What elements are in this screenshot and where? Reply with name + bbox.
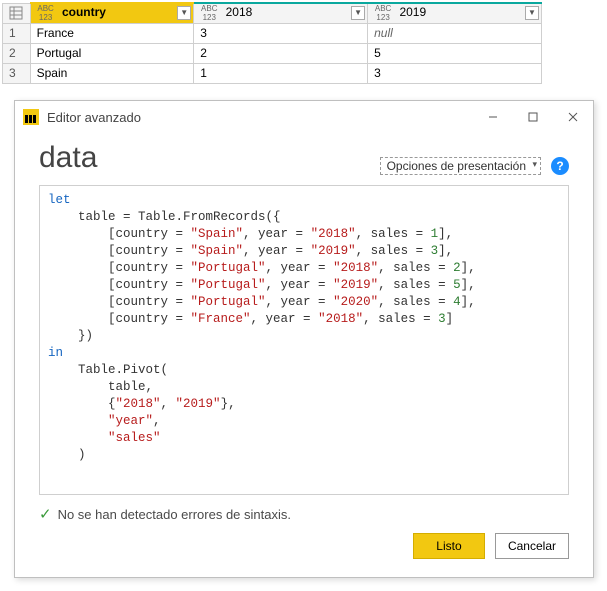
column-label: 2019: [399, 5, 426, 19]
column-header-2018[interactable]: ABC123 2018 ▼: [194, 3, 368, 23]
done-button[interactable]: Listo: [413, 533, 485, 559]
type-icon: ABC123: [374, 4, 392, 22]
cell-2018: 3: [194, 23, 368, 43]
help-icon[interactable]: ?: [551, 157, 569, 175]
table-row[interactable]: 3 Spain 1 3: [3, 63, 542, 83]
column-label: 2018: [226, 5, 253, 19]
cell-country: Portugal: [30, 43, 194, 63]
column-dropdown[interactable]: ▼: [351, 6, 365, 20]
column-dropdown[interactable]: ▼: [525, 6, 539, 20]
column-label: country: [62, 5, 106, 19]
type-icon: ABC123: [200, 4, 218, 22]
cell-country: Spain: [30, 63, 194, 83]
row-number: 2: [3, 43, 31, 63]
dialog-title: Editor avanzado: [47, 110, 141, 125]
display-options-dropdown[interactable]: Opciones de presentación: [380, 157, 541, 175]
column-header-country[interactable]: ABC123 country ▼: [30, 3, 194, 23]
code-editor[interactable]: let table = Table.FromRecords({ [country…: [39, 185, 569, 495]
syntax-message: No se han detectado errores de sintaxis.: [58, 507, 291, 522]
syntax-status: ✓ No se han detectado errores de sintaxi…: [39, 495, 569, 527]
table-row[interactable]: 2 Portugal 2 5: [3, 43, 542, 63]
row-number: 3: [3, 63, 31, 83]
cell-2018: 1: [194, 63, 368, 83]
titlebar: Editor avanzado: [15, 101, 593, 133]
cancel-button[interactable]: Cancelar: [495, 533, 569, 559]
minimize-button[interactable]: [473, 101, 513, 133]
maximize-button[interactable]: [513, 101, 553, 133]
row-number: 1: [3, 23, 31, 43]
column-header-2019[interactable]: ABC123 2019 ▼: [368, 3, 542, 23]
cell-2019: 5: [368, 43, 542, 63]
advanced-editor-dialog: Editor avanzado data Opciones de present…: [14, 100, 594, 578]
table-row[interactable]: 1 France 3 null: [3, 23, 542, 43]
query-name-heading: data: [39, 141, 380, 175]
table-corner[interactable]: [3, 3, 31, 23]
cell-2019: 3: [368, 63, 542, 83]
cell-2018: 2: [194, 43, 368, 63]
column-dropdown[interactable]: ▼: [177, 6, 191, 20]
check-icon: ✓: [39, 505, 52, 523]
cell-country: France: [30, 23, 194, 43]
result-table: ABC123 country ▼ ABC123 2018 ▼ ABC123 20…: [2, 2, 542, 84]
type-icon: ABC123: [37, 4, 55, 22]
close-button[interactable]: [553, 101, 593, 133]
app-icon: [23, 109, 39, 125]
cell-2019: null: [368, 23, 542, 43]
